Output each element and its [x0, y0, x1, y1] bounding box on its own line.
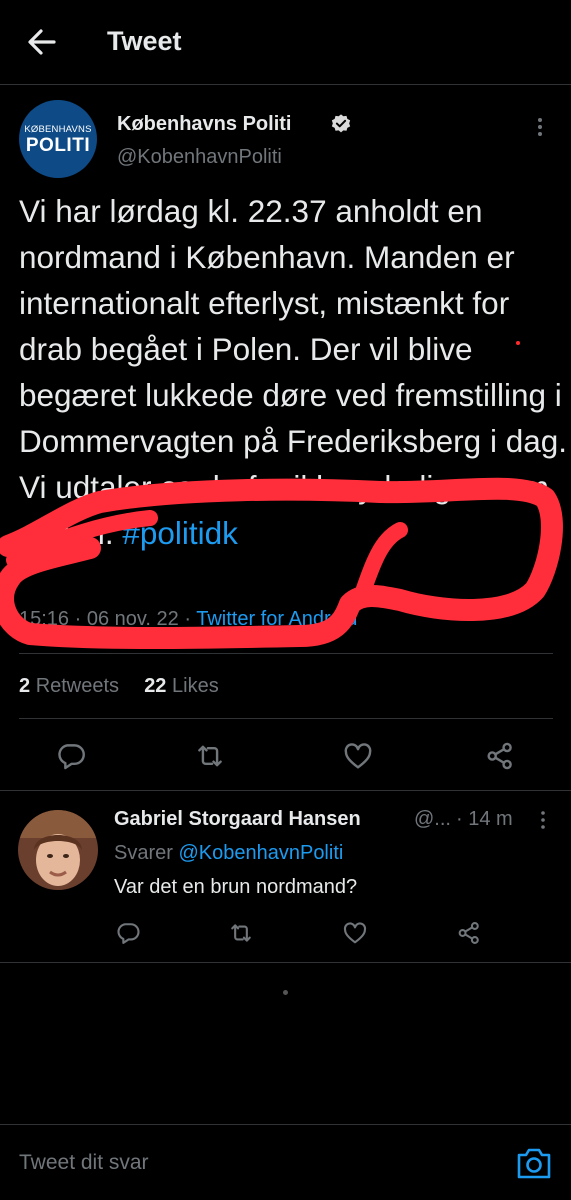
reply-more-options-icon[interactable] [536, 809, 550, 831]
reply-time-separator: · [456, 808, 469, 830]
reply-author-handle[interactable]: @... [414, 808, 451, 831]
camera-icon[interactable] [515, 1145, 553, 1181]
reply-input[interactable]: Tweet dit svar [19, 1151, 149, 1175]
reply-text: Var det en brun nordmand? [114, 876, 358, 898]
tweet-body: Vi har lørdag kl. 22.37 anholdt en nordm… [19, 193, 568, 551]
reply-like-icon[interactable] [341, 919, 369, 947]
reply-retweet-icon[interactable] [227, 919, 255, 947]
divider [0, 962, 571, 963]
reply-reply-icon[interactable] [114, 919, 142, 947]
page-title: Tweet [107, 26, 182, 56]
red-scribble-annotation [0, 477, 563, 649]
likes-stat[interactable]: 22 Likes [144, 675, 219, 697]
reply-timestamp: · 14 m [456, 808, 513, 831]
divider [19, 653, 553, 654]
tweet-text: Vi har lørdag kl. 22.37 anholdt en nordm… [19, 188, 567, 556]
reply-time-value: 14 m [468, 808, 513, 830]
back-arrow-icon[interactable] [24, 24, 60, 60]
tweet-stats: 2 Retweets 22 Likes [19, 675, 219, 698]
top-bar: Tweet [0, 0, 571, 85]
replying-label: Svarer [114, 842, 179, 864]
author-avatar[interactable]: KØBENHAVNS POLITI [19, 100, 97, 178]
tweet-source-link[interactable]: Twitter for Android [196, 608, 357, 630]
divider [19, 718, 553, 719]
avatar-logo-title: POLITI [25, 135, 91, 156]
composer-divider [0, 1124, 571, 1125]
meta-separator: · [69, 608, 87, 630]
divider [0, 790, 571, 791]
annotation-dot [516, 341, 520, 345]
hashtag-link[interactable]: #politidk [122, 515, 238, 551]
meta-separator-2: · [178, 608, 197, 630]
author-handle[interactable]: @KobenhavnPoliti [117, 146, 282, 169]
author-name[interactable]: Københavns Politi [117, 113, 291, 136]
reply-share-icon[interactable] [455, 919, 483, 947]
replying-to-mention[interactable]: @KobenhavnPoliti [178, 842, 343, 864]
loading-indicator [283, 990, 288, 995]
retweets-stat[interactable]: 2 Retweets [19, 675, 119, 697]
reply-author-avatar[interactable] [18, 810, 98, 890]
reply-author-name[interactable]: Gabriel Storgaard Hansen [114, 808, 361, 831]
retweet-icon[interactable] [193, 739, 227, 773]
avatar-logo-text: KØBENHAVNS [24, 124, 92, 135]
tweet-time: 15:16 [19, 608, 70, 630]
more-options-icon[interactable] [532, 115, 548, 139]
reply-icon[interactable] [54, 739, 88, 773]
like-icon[interactable] [341, 739, 375, 773]
replying-to: Svarer @KobenhavnPoliti [114, 842, 343, 865]
tweet-meta: 15:16 · 06 nov. 22 · Twitter for Android [19, 608, 357, 631]
share-icon[interactable] [483, 739, 517, 773]
verified-badge-icon [330, 113, 352, 135]
tweet-date: 06 nov. 22 [86, 608, 179, 630]
